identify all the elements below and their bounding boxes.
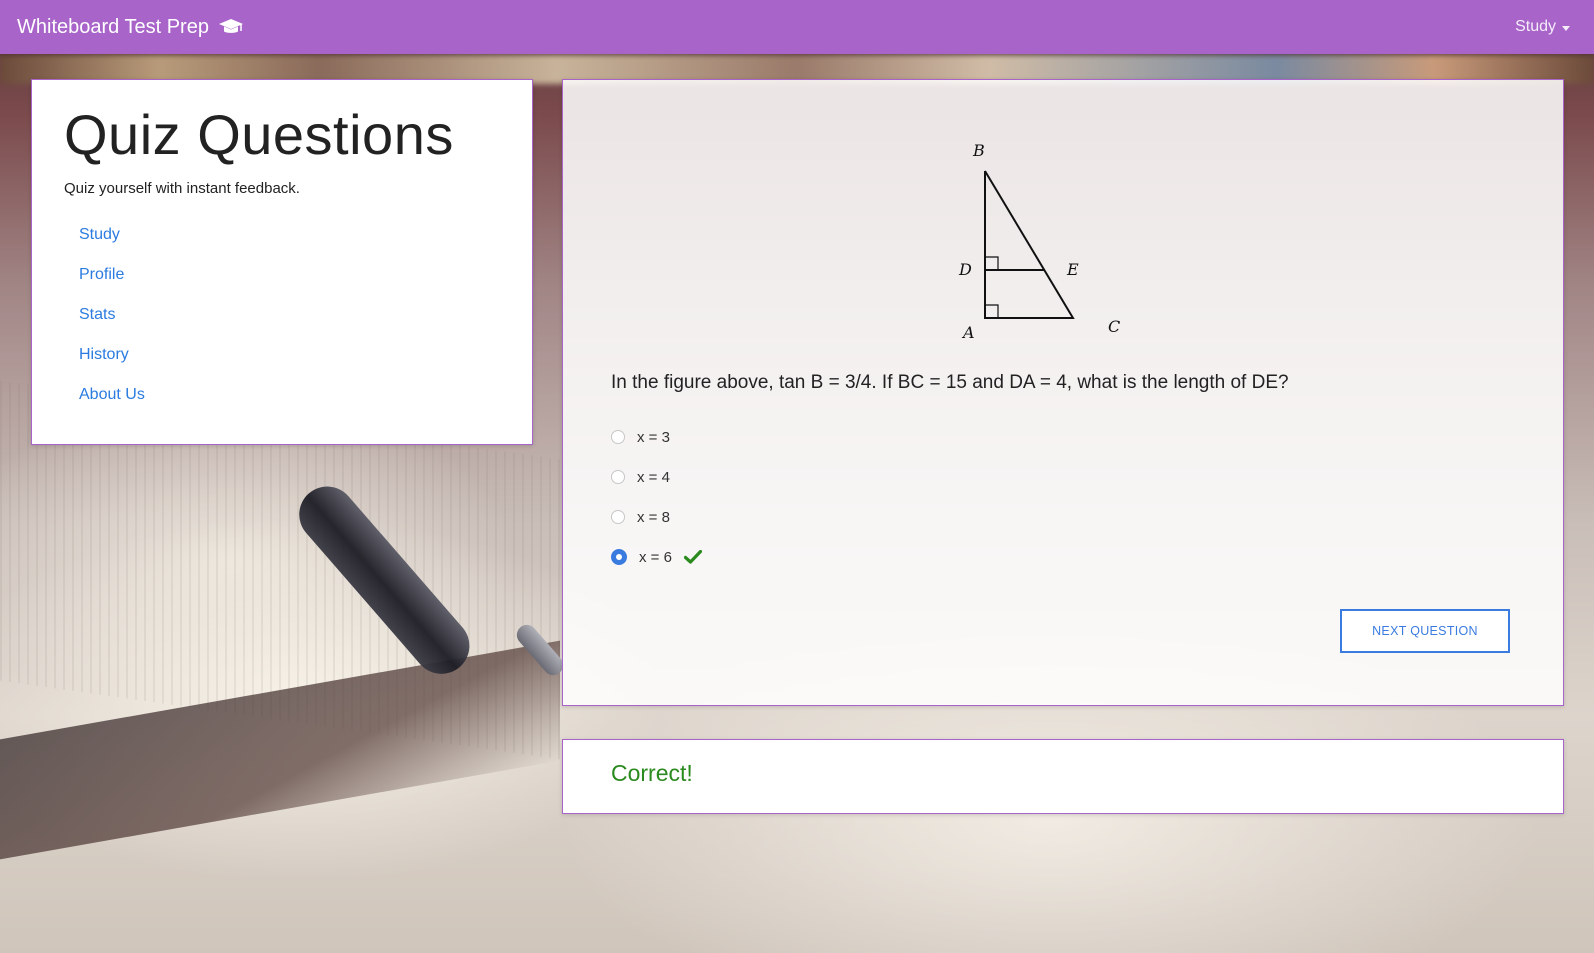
radio-button[interactable] bbox=[611, 430, 625, 444]
feedback-message: Correct! bbox=[611, 760, 693, 786]
label-e: E bbox=[1066, 260, 1079, 279]
triangle-figure: B D E A C bbox=[933, 136, 1133, 356]
page-subtitle: Quiz yourself with instant feedback. bbox=[64, 180, 300, 197]
label-c: C bbox=[1108, 317, 1120, 336]
label-a: A bbox=[961, 323, 975, 342]
answer-options: x = 3 x = 4 x = 8 x = 6 bbox=[611, 417, 702, 577]
brand-link[interactable]: Whiteboard Test Prep bbox=[17, 0, 244, 54]
sidebar-nav: Study Profile Stats History About Us bbox=[79, 226, 145, 426]
answer-option-4[interactable]: x = 6 bbox=[611, 537, 702, 577]
sidebar-link-profile[interactable]: Profile bbox=[79, 266, 124, 283]
right-angle-d bbox=[985, 256, 999, 270]
answer-label: x = 4 bbox=[637, 468, 670, 486]
label-b: B bbox=[972, 141, 985, 160]
answer-option-2[interactable]: x = 4 bbox=[611, 457, 702, 497]
answer-label: x = 3 bbox=[637, 428, 670, 446]
sidebar-item-profile: Profile bbox=[79, 266, 145, 306]
sidebar-card: Quiz Questions Quiz yourself with instan… bbox=[31, 79, 533, 445]
triangle-abc bbox=[984, 170, 1075, 319]
radio-button[interactable] bbox=[611, 510, 625, 524]
page-title: Quiz Questions bbox=[64, 103, 454, 166]
brand-title: Whiteboard Test Prep bbox=[17, 15, 209, 38]
sidebar-link-history[interactable]: History bbox=[79, 346, 129, 363]
answer-option-1[interactable]: x = 3 bbox=[611, 417, 702, 457]
answer-label: x = 6 bbox=[639, 548, 672, 566]
study-dropdown[interactable]: Study bbox=[1515, 0, 1570, 54]
checkmark-icon bbox=[683, 550, 702, 564]
sidebar-item-study: Study bbox=[79, 226, 145, 266]
study-dropdown-label: Study bbox=[1515, 18, 1556, 35]
sidebar-link-study[interactable]: Study bbox=[79, 226, 120, 243]
question-text: In the figure above, tan B = 3/4. If BC … bbox=[611, 372, 1289, 393]
right-angle-a bbox=[985, 304, 999, 318]
label-d: D bbox=[958, 260, 972, 279]
caret-down-icon bbox=[1562, 25, 1570, 31]
graduation-cap-icon bbox=[218, 18, 244, 36]
sidebar-item-about: About Us bbox=[79, 386, 145, 426]
sidebar-link-about-us[interactable]: About Us bbox=[79, 386, 145, 403]
sidebar-item-stats: Stats bbox=[79, 306, 145, 346]
answer-label: x = 8 bbox=[637, 508, 670, 526]
sidebar-link-stats[interactable]: Stats bbox=[79, 306, 115, 323]
top-navbar: Whiteboard Test Prep Study bbox=[0, 0, 1594, 54]
answer-option-3[interactable]: x = 8 bbox=[611, 497, 702, 537]
feedback-card: Correct! bbox=[562, 739, 1564, 814]
quiz-card: B D E A C In the figure above, tan B = 3… bbox=[562, 79, 1564, 706]
radio-button[interactable] bbox=[611, 470, 625, 484]
next-question-button[interactable]: NEXT QUESTION bbox=[1340, 609, 1510, 653]
sidebar-item-history: History bbox=[79, 346, 145, 386]
radio-button-selected[interactable] bbox=[611, 549, 627, 565]
